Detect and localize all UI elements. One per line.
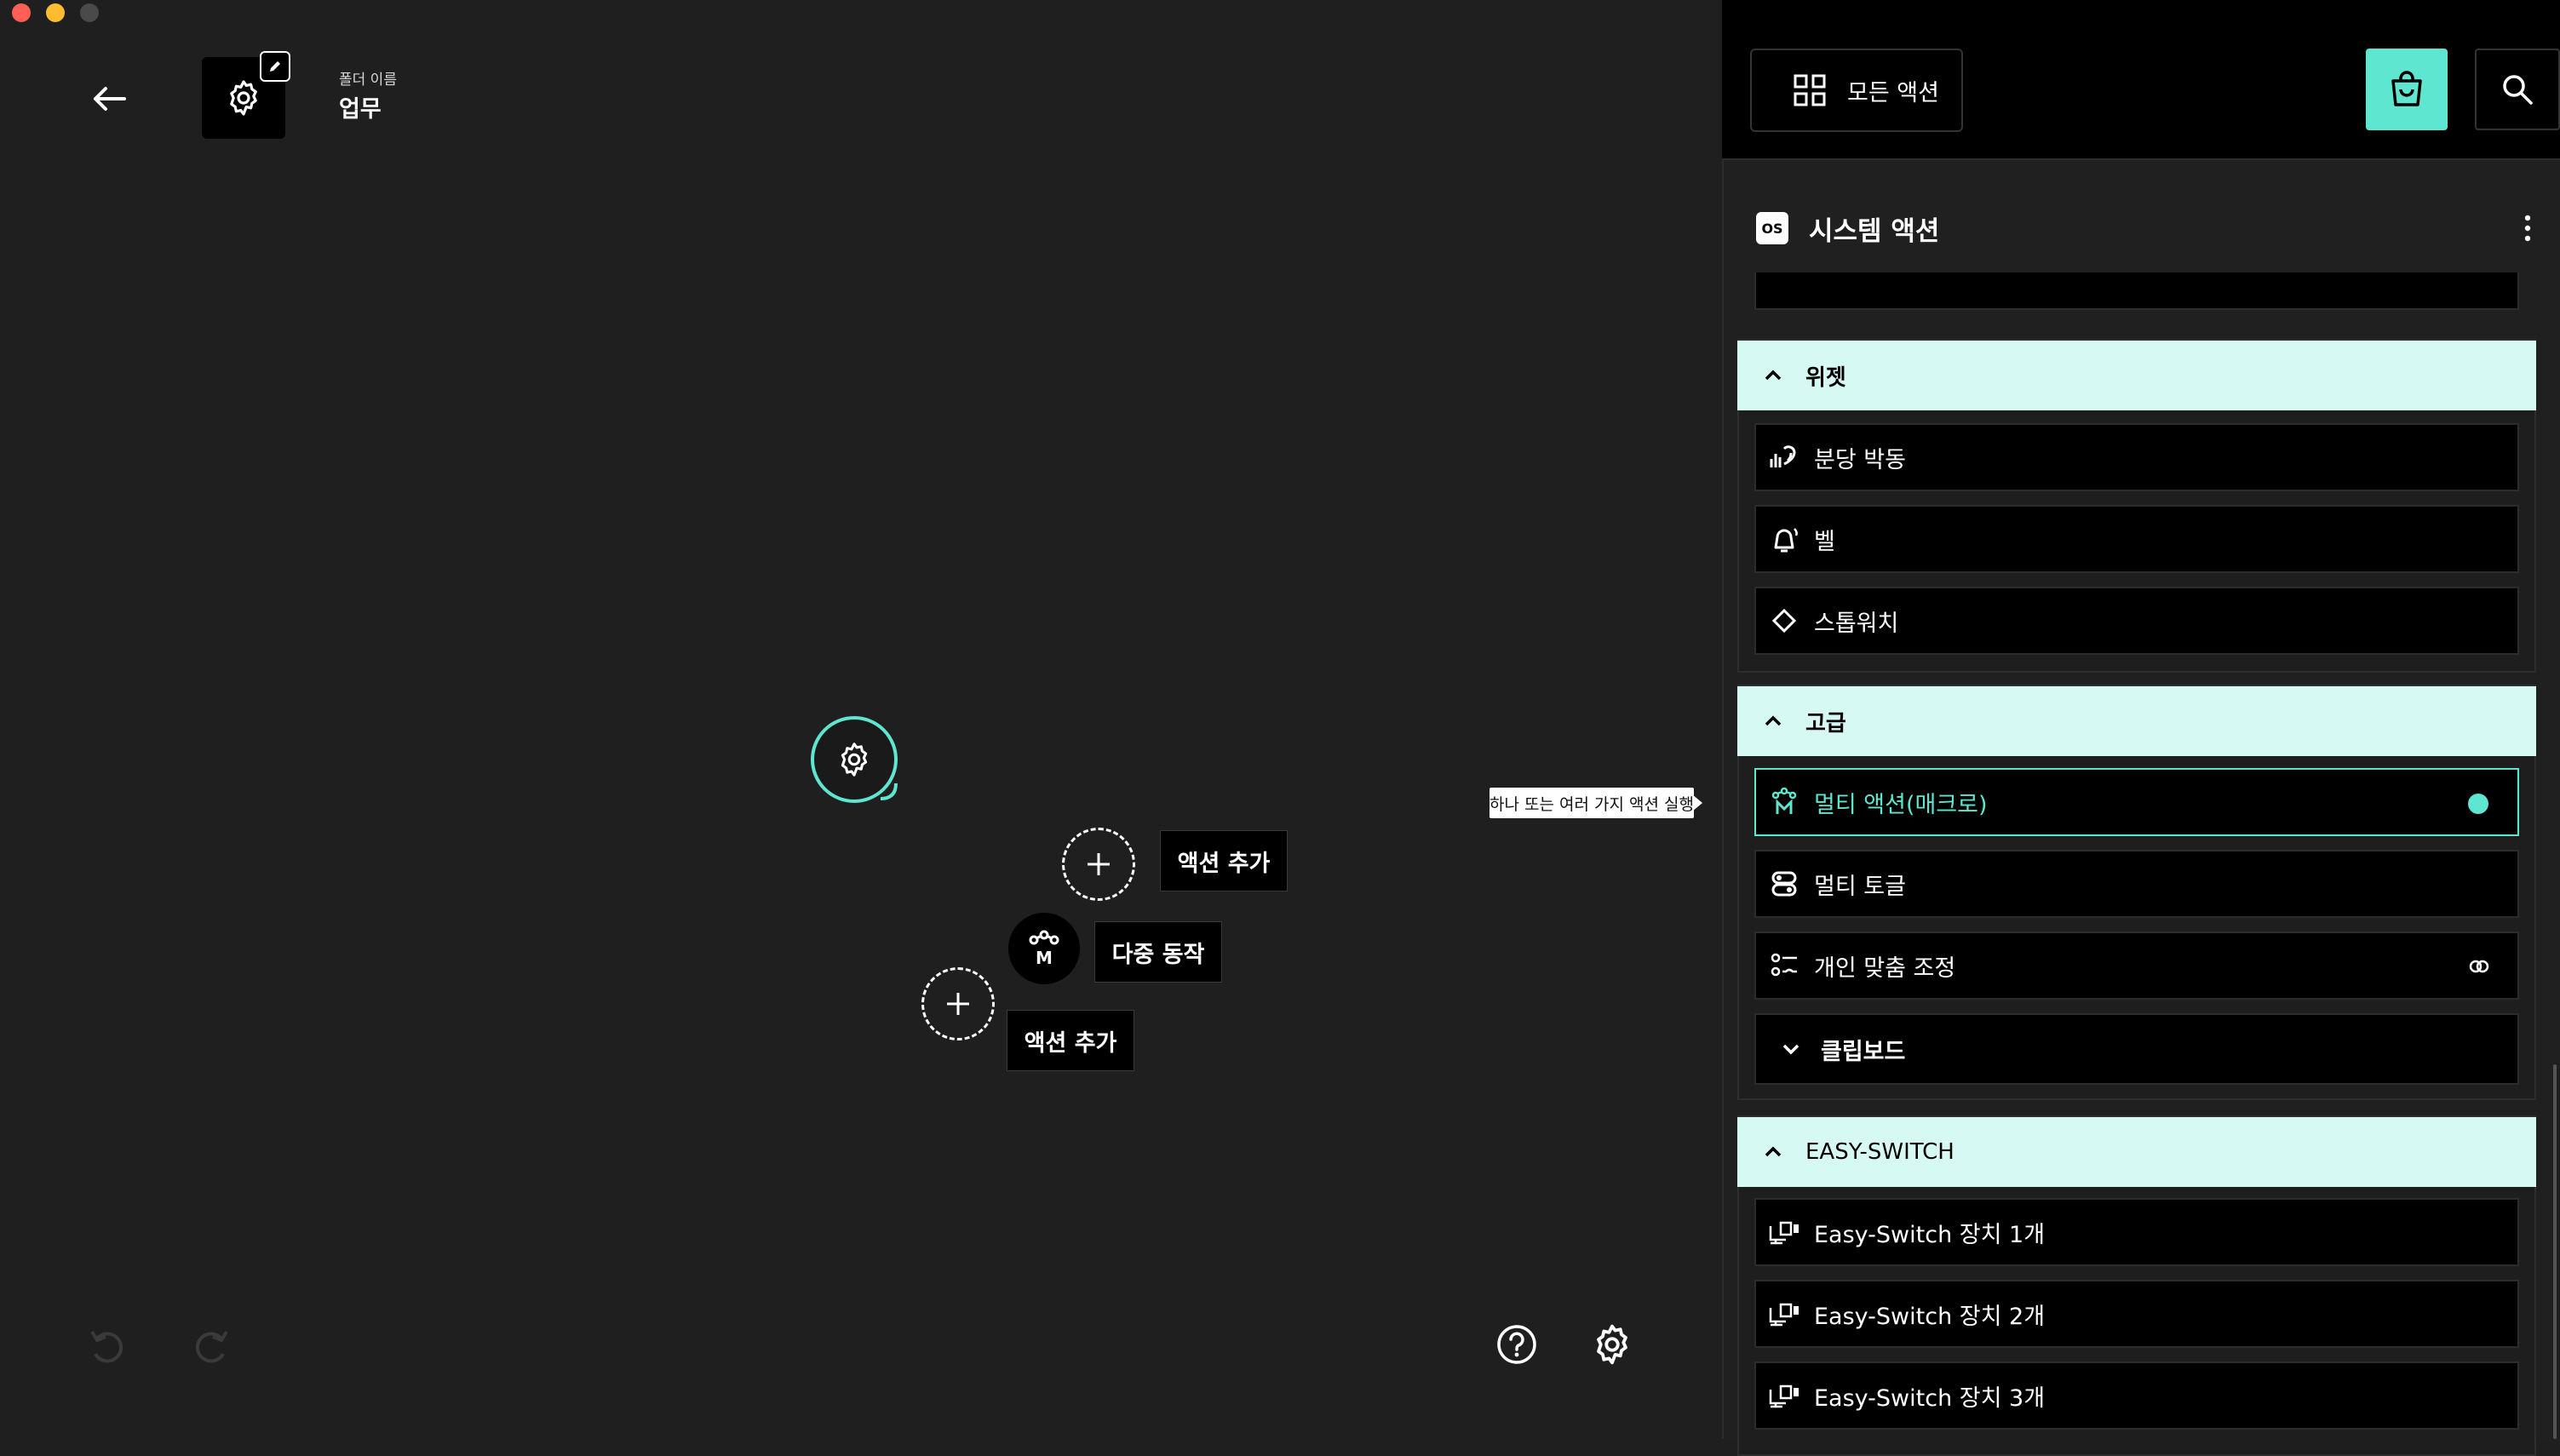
multi-toggle-icon xyxy=(1759,851,1809,916)
action-item-bell[interactable]: 벨 xyxy=(1754,505,2519,573)
bell-icon xyxy=(1759,507,1809,571)
action-item-label: 개인 맞춤 조정 xyxy=(1814,954,1956,982)
panel-scrollbar[interactable] xyxy=(2553,1064,2557,1439)
group-header-advanced[interactable]: 고급 xyxy=(1737,686,2536,756)
action-item-label: 분당 박동 xyxy=(1814,446,1906,473)
redo-icon[interactable] xyxy=(189,1327,233,1369)
help-icon[interactable] xyxy=(1495,1323,1538,1366)
group-title: 고급 xyxy=(1805,710,1846,737)
action-item-custom-adjust[interactable]: 개인 맞춤 조정 xyxy=(1754,931,2519,1000)
plus-icon xyxy=(947,993,969,1015)
action-item-label: 스톱워치 xyxy=(1814,610,1899,637)
add-action-label-1[interactable]: 액션 추가 xyxy=(1160,830,1288,891)
add-action-node-2[interactable] xyxy=(921,967,995,1040)
minimize-window-button[interactable] xyxy=(46,3,65,22)
action-item-easy-switch-1[interactable]: Easy-Switch 장치 1개 xyxy=(1754,1198,2519,1266)
macro-icon: M xyxy=(1029,930,1059,968)
action-item-label: 벨 xyxy=(1814,528,1835,555)
settings-gear-icon[interactable] xyxy=(1589,1321,1635,1367)
all-actions-label: 모든 액션 xyxy=(1847,79,1939,106)
plus-icon xyxy=(1088,853,1110,875)
action-item-multi-toggle[interactable]: 멀티 토글 xyxy=(1754,850,2519,918)
marketplace-button[interactable] xyxy=(2366,49,2448,130)
action-item-label: Easy-Switch 장치 3개 xyxy=(1814,1384,2046,1412)
action-item-easy-switch-2[interactable]: Easy-Switch 장치 2개 xyxy=(1754,1280,2519,1348)
action-item-label: Easy-Switch 장치 2개 xyxy=(1814,1303,2046,1330)
diamond-icon xyxy=(1759,588,1809,653)
action-item-label: 멀티 토글 xyxy=(1814,873,1906,900)
group-title: 클립보드 xyxy=(1821,1038,1906,1065)
hub-tail-icon xyxy=(877,780,899,802)
more-options-icon[interactable] xyxy=(2517,213,2538,244)
multi-action-node[interactable]: M xyxy=(1008,913,1080,984)
section-title: 시스템 액션 xyxy=(1809,216,1940,247)
group-title: EASY-SWITCH xyxy=(1805,1139,1954,1165)
undo-icon[interactable] xyxy=(85,1327,129,1369)
edit-pencil-icon[interactable] xyxy=(260,51,290,82)
group-header-easy-switch[interactable]: EASY-SWITCH xyxy=(1737,1117,2536,1187)
action-item-label: 멀티 액션(매크로) xyxy=(1814,791,1988,818)
back-arrow-icon[interactable] xyxy=(85,82,129,116)
os-badge-icon: OS xyxy=(1756,212,1788,244)
chevron-up-icon xyxy=(1748,1117,1799,1187)
action-item-label: Easy-Switch 장치 1개 xyxy=(1814,1221,2046,1248)
chevron-up-icon xyxy=(1748,341,1799,410)
add-action-label-2[interactable]: 액션 추가 xyxy=(1007,1010,1134,1071)
chevron-up-icon xyxy=(1748,686,1799,756)
tooltip-arrow xyxy=(1692,794,1702,811)
heartbeat-icon xyxy=(1759,425,1809,490)
macro-letter: M xyxy=(1036,948,1053,968)
add-action-node-1[interactable] xyxy=(1062,828,1135,901)
zoom-window-button[interactable] xyxy=(80,3,99,22)
action-item-heart-rate[interactable]: 분당 박동 xyxy=(1754,423,2519,491)
easy-switch-icon xyxy=(1759,1363,1809,1428)
macro-icon xyxy=(1759,770,1809,834)
folder-name-caption: 폴더 이름 xyxy=(339,72,397,89)
chevron-down-icon xyxy=(1766,1017,1816,1081)
all-actions-button[interactable]: 모든 액션 xyxy=(1750,49,1963,132)
easy-switch-icon xyxy=(1759,1281,1809,1346)
group-header-widgets[interactable]: 위젯 xyxy=(1737,341,2536,410)
plugin-link-icon xyxy=(2466,954,2492,979)
gear-icon xyxy=(841,742,868,777)
group-title: 위젯 xyxy=(1805,364,1846,391)
adjust-icon xyxy=(1759,933,1809,998)
selected-indicator xyxy=(2468,794,2488,814)
shopping-bag-icon xyxy=(2391,71,2422,106)
easy-switch-icon xyxy=(1759,1200,1809,1264)
action-item-stopwatch[interactable]: 스톱워치 xyxy=(1754,587,2519,655)
gear-icon xyxy=(230,80,257,116)
list-item-partial[interactable] xyxy=(1754,272,2519,310)
grid-icon xyxy=(1794,74,1826,106)
action-item-easy-switch-3[interactable]: Easy-Switch 장치 3개 xyxy=(1754,1361,2519,1430)
search-icon xyxy=(2503,75,2533,105)
folder-name[interactable]: 업무 xyxy=(339,90,382,123)
close-window-button[interactable] xyxy=(12,3,31,22)
group-header-clipboard[interactable]: 클립보드 xyxy=(1754,1013,2519,1085)
multi-action-label[interactable]: 다중 동작 xyxy=(1094,921,1222,983)
action-item-multi-action-macro[interactable]: 멀티 액션(매크로) xyxy=(1754,768,2519,836)
tooltip: 하나 또는 여러 가지 액션 실행 xyxy=(1490,788,1694,818)
search-button[interactable] xyxy=(2475,49,2560,130)
